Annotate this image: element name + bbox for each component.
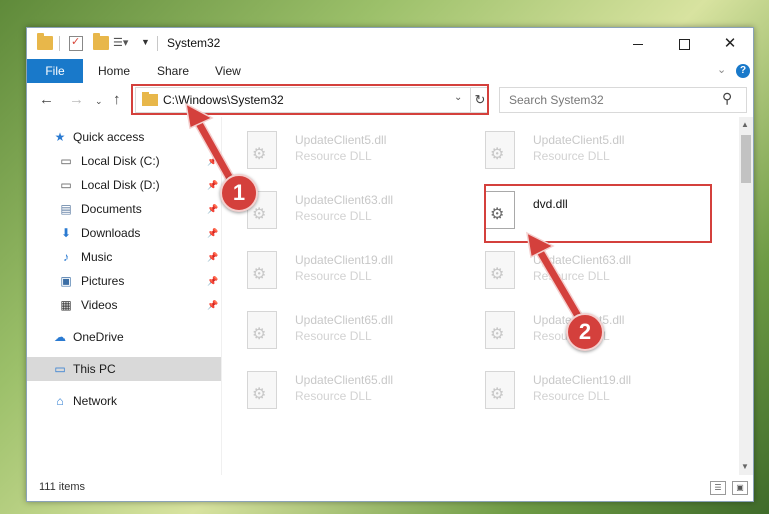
arrowhead-1 — [185, 102, 214, 130]
step-1-badge: 1 — [220, 174, 258, 212]
annotation-arrows — [185, 102, 583, 321]
step-2-badge: 2 — [566, 313, 604, 351]
